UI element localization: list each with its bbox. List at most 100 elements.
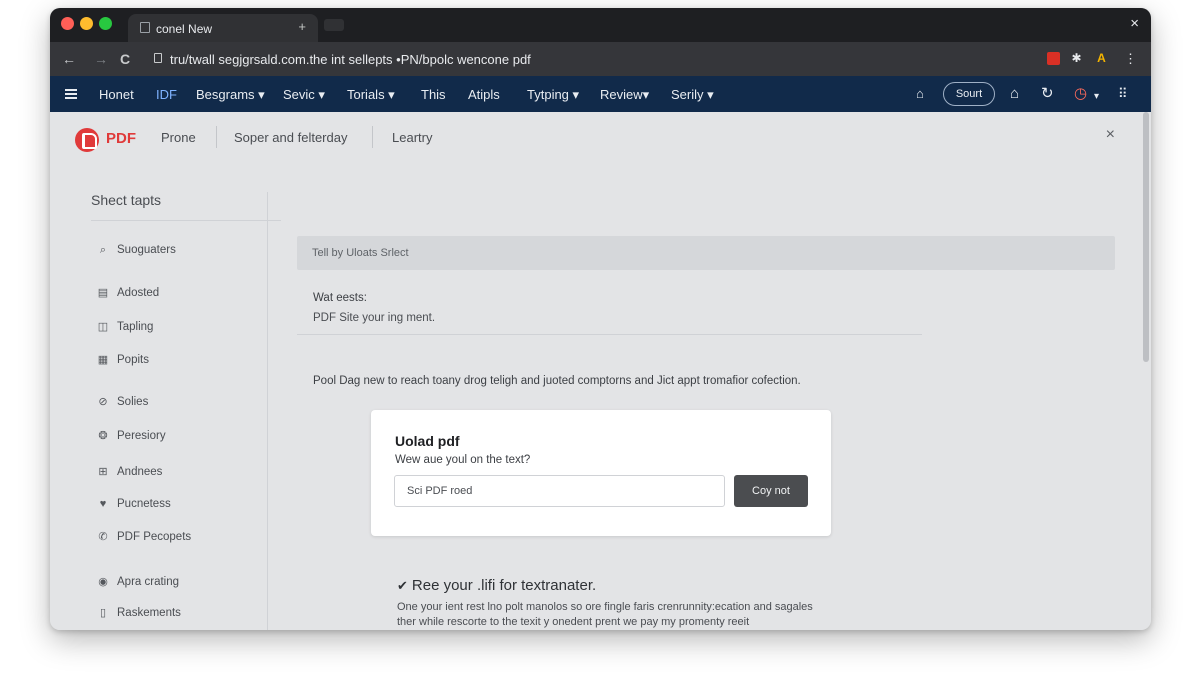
chevron-down-icon[interactable]: ▾ xyxy=(1094,88,1099,106)
home-icon[interactable]: ⌂ xyxy=(1010,85,1019,103)
nav-item-security[interactable]: Serily ▾ xyxy=(671,87,714,103)
shield-icon: ♥ xyxy=(99,498,107,510)
upload-card: Uolad pdf Wew aue youl on the text? Coy … xyxy=(371,410,831,536)
nav-item-services[interactable]: Sevic ▾ xyxy=(283,87,325,103)
card-title: Uolad pdf xyxy=(395,433,460,449)
document-icon: ▤ xyxy=(97,287,109,299)
extension-red-icon[interactable] xyxy=(1047,52,1060,65)
clipboard-icon: ▯ xyxy=(99,607,107,619)
sidebar-item-label: Apra crating xyxy=(117,576,180,588)
grid-icon: ⊞ xyxy=(98,466,108,478)
sidebar-item-label: Suoguaters xyxy=(117,244,176,256)
settings-icon: ❂ xyxy=(98,430,108,442)
target-icon: ◉ xyxy=(98,576,108,588)
sidebar-item-adosted[interactable]: ▤ Adosted xyxy=(96,286,159,304)
pdf-logo-icon[interactable] xyxy=(75,128,99,152)
sidebar-item-label: Pucnetess xyxy=(117,498,171,510)
sidebar-border xyxy=(267,192,268,630)
sidebar-item-pdf-pecopets[interactable]: ✆ PDF Pecopets xyxy=(96,530,191,548)
address-bar: ← → C tru/twall segjgrsald.com.the int s… xyxy=(50,42,1151,76)
clock-icon[interactable]: ◷ xyxy=(1074,85,1087,103)
sidebar-item-raskements[interactable]: ▯ Raskements xyxy=(96,606,181,624)
sidebar-item-tapling[interactable]: ◫ Tapling xyxy=(96,320,154,338)
close-window-dot[interactable] xyxy=(61,17,74,30)
sidebar-item-label: Peresiory xyxy=(117,430,166,442)
hamburger-menu-icon[interactable] xyxy=(65,89,77,99)
nav-item-apps[interactable]: Atipls xyxy=(468,87,500,102)
subnav-link-soper[interactable]: Soper and felterday xyxy=(234,130,347,145)
sidebar-item-label: Andnees xyxy=(117,466,163,478)
description-text: Pool Dag new to reach toany drog teligh … xyxy=(313,375,801,387)
submit-button[interactable]: Coy not xyxy=(734,475,808,507)
apps-grid-icon[interactable]: ⠿ xyxy=(1118,85,1128,103)
subnav-link-prone[interactable]: Prone xyxy=(161,130,196,145)
bag-icon[interactable]: ⌂ xyxy=(916,85,924,103)
file-icon: ▦ xyxy=(97,354,109,366)
site-navigation: Honet IDF Besgrams ▾ Sevic ▾ Torials ▾ T… xyxy=(50,76,1151,112)
url-field[interactable]: tru/twall segjgrsald.com.the int sellept… xyxy=(146,47,1046,71)
sidebar-item-label: Popits xyxy=(117,354,149,366)
banner-text: Tell by Uloats Srlect xyxy=(312,247,409,259)
nav-item-tutorials[interactable]: Torials ▾ xyxy=(347,87,395,103)
new-tab-icon[interactable]: + xyxy=(298,19,306,34)
search-icon: ⌕ xyxy=(99,244,107,256)
reload-icon[interactable]: C xyxy=(120,50,130,68)
sidebar-item-peresiory[interactable]: ❂ Peresiory xyxy=(96,429,166,447)
sidebar-item-label: Raskements xyxy=(117,607,181,619)
feature-heading: ✔ Ree your .lifi for textranater. xyxy=(397,577,596,594)
sidebar-item-apra-crating[interactable]: ◉ Apra crating xyxy=(96,575,179,593)
logo-text[interactable]: PDF xyxy=(106,130,136,147)
maximize-window-dot[interactable] xyxy=(99,17,112,30)
intro-label: Wat eests: xyxy=(313,292,367,304)
divider xyxy=(91,220,281,221)
search-button[interactable]: Sourt xyxy=(943,82,995,106)
sidebar-title: Shect tapts xyxy=(91,192,162,208)
title-bar: conel New + × xyxy=(50,8,1151,42)
browser-window: conel New + × ← → C tru/twall segjgrsald… xyxy=(50,8,1151,630)
nav-item-this[interactable]: This xyxy=(421,87,446,102)
sidebar-item-label: Tapling xyxy=(117,321,154,333)
refresh-icon[interactable]: ↻ xyxy=(1041,85,1054,103)
forward-icon[interactable]: → xyxy=(94,50,108,68)
sidebar-item-label: PDF Pecopets xyxy=(117,531,192,543)
close-icon[interactable]: × xyxy=(1130,15,1139,32)
divider xyxy=(216,126,217,148)
menu-kebab-icon[interactable]: ⋮ xyxy=(1124,52,1137,65)
feature-body-text: One your ient rest lno polt manolos so o… xyxy=(397,601,813,628)
nav-item-typing[interactable]: Tytping ▾ xyxy=(527,87,579,103)
sidebar-item-label: Adosted xyxy=(117,287,160,299)
divider xyxy=(372,126,373,148)
close-icon[interactable]: × xyxy=(1106,126,1115,144)
subnav-link-leartry[interactable]: Leartry xyxy=(392,130,432,145)
pdf-search-input[interactable] xyxy=(394,475,725,507)
tab-title: conel New xyxy=(156,22,213,36)
url-text: tru/twall segjgrsald.com.the int sellept… xyxy=(170,52,531,67)
nav-item-review[interactable]: Review▾ xyxy=(600,87,649,103)
feature-title-text: Ree your .lifi for textranater. xyxy=(411,577,597,594)
back-icon[interactable]: ← xyxy=(62,50,76,68)
sidebar-item-pucnetess[interactable]: ♥ Pucnetess xyxy=(96,498,171,516)
puzzle-extension-icon[interactable]: ✱ xyxy=(1070,52,1083,65)
divider xyxy=(297,334,922,335)
nav-item-home[interactable]: Honet xyxy=(99,87,134,102)
pages-icon: ◫ xyxy=(97,321,109,333)
card-subtitle: Wew aue youl on the text? xyxy=(395,454,531,466)
tab-strip-placeholder[interactable] xyxy=(324,19,344,31)
sidebar-item-popits[interactable]: ▦ Popits xyxy=(96,353,149,371)
link-icon: ⊘ xyxy=(98,396,108,408)
info-banner: Tell by Uloats Srlect xyxy=(297,236,1115,270)
scrollbar[interactable] xyxy=(1143,112,1149,362)
phone-icon: ✆ xyxy=(98,531,108,543)
sidebar-item-solies[interactable]: ⊘ Solies xyxy=(96,395,148,413)
page-icon xyxy=(140,22,150,33)
nav-item-programs[interactable]: Besgrams ▾ xyxy=(196,87,265,103)
sidebar-item-andnees[interactable]: ⊞ Andnees xyxy=(96,465,162,483)
browser-tab[interactable]: conel New + xyxy=(128,14,318,42)
checkmark-icon: ✔ xyxy=(397,578,408,593)
profile-extension-icon[interactable]: A xyxy=(1095,52,1108,65)
sidebar-item-suoguaters[interactable]: ⌕ Suoguaters xyxy=(96,244,176,262)
nav-item-pdf[interactable]: IDF xyxy=(156,87,177,102)
page-content: PDF Prone Soper and felterday Leartry × … xyxy=(50,112,1151,630)
minimize-window-dot[interactable] xyxy=(80,17,93,30)
lock-icon xyxy=(154,53,162,63)
